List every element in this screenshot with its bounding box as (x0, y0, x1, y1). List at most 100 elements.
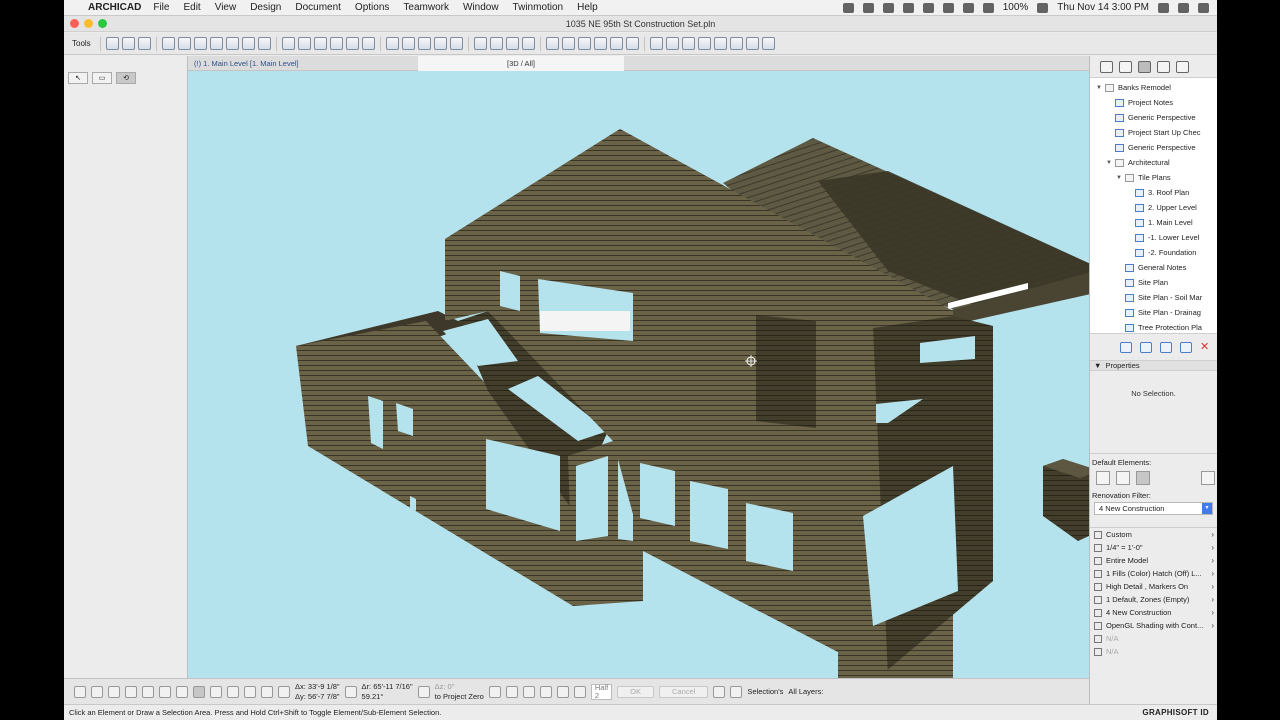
navigator-item[interactable]: Project Start Up Chec (1090, 125, 1217, 140)
arrow-tool-icon[interactable]: ↖ (68, 72, 88, 84)
menu-extra-icon[interactable] (922, 2, 934, 13)
menu-window[interactable]: Window (463, 2, 499, 13)
all-layers[interactable]: All Layers: (788, 687, 823, 697)
tool-icon[interactable] (297, 37, 311, 50)
cloud-icon[interactable] (882, 2, 894, 13)
quick-option-row[interactable]: Entire Model › (1090, 554, 1217, 567)
close-icon[interactable] (210, 685, 222, 698)
guideline-icon[interactable] (522, 685, 535, 698)
ok-button[interactable]: OK (617, 685, 654, 698)
tool-icon[interactable] (649, 37, 663, 50)
clone-icon[interactable] (1180, 341, 1192, 353)
tool-icon[interactable] (489, 37, 503, 50)
tool-icon[interactable] (729, 37, 743, 50)
navigator-item[interactable]: 2. Upper Level (1090, 200, 1217, 215)
navigator-item[interactable]: Project Notes (1090, 95, 1217, 110)
quick-option-row[interactable]: 1 Fills (Color) Hatch (Off) L... › (1090, 567, 1217, 580)
tool-icon[interactable] (385, 37, 399, 50)
zoom-back-icon[interactable] (159, 685, 171, 698)
guide-icon[interactable] (244, 685, 256, 698)
search-icon[interactable] (1158, 2, 1169, 13)
tool-icon[interactable] (209, 37, 223, 50)
record-icon[interactable] (842, 2, 854, 13)
layout-book-icon[interactable] (1138, 60, 1151, 73)
navigator-item[interactable]: -1. Lower Level (1090, 230, 1217, 245)
settings-icon[interactable] (1160, 341, 1172, 353)
orbit-icon[interactable] (193, 685, 205, 698)
layer-combo-icon[interactable] (730, 685, 743, 698)
marquee-tool-icon[interactable]: ▭ (92, 72, 112, 84)
delta-z-readout[interactable]: Δz: 0" to Project Zero (435, 682, 484, 702)
menubar-clock[interactable]: Thu Nov 14 3:00 PM (1057, 2, 1149, 13)
tool-icon[interactable] (329, 37, 343, 50)
zoom-out-icon[interactable] (91, 685, 103, 698)
delta-icon[interactable] (278, 685, 290, 698)
tool-icon[interactable] (521, 37, 535, 50)
navigator-item[interactable]: General Notes (1090, 260, 1217, 275)
graphisoft-id-link[interactable]: GRAPHISOFT ID (1142, 708, 1217, 717)
orbit-tool-icon[interactable]: ⟲ (116, 72, 136, 84)
menu-view[interactable]: View (215, 2, 237, 13)
tool-icon[interactable] (665, 37, 679, 50)
check-icon[interactable] (505, 685, 518, 698)
tool-icon[interactable] (505, 37, 519, 50)
menu-options[interactable]: Options (355, 2, 389, 13)
navigator-item[interactable]: Generic Perspective (1090, 110, 1217, 125)
navigator-item[interactable]: ▼ Banks Remodel (1090, 80, 1217, 95)
tool-icon[interactable] (609, 37, 623, 50)
snap-grid-icon[interactable] (539, 685, 552, 698)
menu-design[interactable]: Design (250, 2, 281, 13)
tool-icon[interactable] (241, 37, 255, 50)
navigator-item[interactable]: Site Plan - Drainag (1090, 305, 1217, 320)
organizer-icon[interactable] (1176, 60, 1189, 73)
control-center-icon[interactable] (1198, 2, 1209, 13)
delta-xy-readout[interactable]: Δx: 33'-9 1/8" Δy: 56'-7 7/8" (295, 682, 340, 702)
rotate-icon[interactable] (142, 685, 154, 698)
wifi-icon[interactable] (962, 2, 974, 13)
quick-option-row[interactable]: OpenGL Shading with Cont... › (1090, 619, 1217, 632)
point-icon[interactable] (261, 685, 273, 698)
menu-edit[interactable]: Edit (183, 2, 200, 13)
tool-icon[interactable] (433, 37, 447, 50)
tool-icon[interactable] (121, 37, 135, 50)
half-division-field[interactable]: Half 2 (590, 683, 613, 700)
navigator-item[interactable]: Tree Protection Pla (1090, 320, 1217, 333)
navigator-item[interactable]: Generic Perspective (1090, 140, 1217, 155)
creative-cloud-icon[interactable] (862, 2, 874, 13)
delete-icon[interactable]: ✕ (1200, 341, 1212, 353)
menu-extra-icon[interactable] (942, 2, 954, 13)
quick-option-row[interactable]: High Detail , Markers On › (1090, 580, 1217, 593)
magic-wand-icon[interactable] (556, 685, 569, 698)
disclosure-icon[interactable]: ▼ (1096, 85, 1105, 91)
view-map-icon[interactable] (1119, 60, 1132, 73)
tool-icon[interactable] (193, 37, 207, 50)
disclosure-icon[interactable]: ▼ (1116, 175, 1125, 181)
tool-icon[interactable] (137, 37, 151, 50)
tool-icon[interactable] (313, 37, 327, 50)
tool-icon[interactable] (577, 37, 591, 50)
navigator-item[interactable]: -2. Foundation (1090, 245, 1217, 260)
menu-help[interactable]: Help (577, 2, 598, 13)
tool-icon[interactable] (417, 37, 431, 50)
grid-icon[interactable] (1096, 471, 1110, 485)
favorites-icon[interactable] (105, 37, 119, 50)
tab-main-level[interactable]: (!) 1. Main Level [1. Main Level] (188, 56, 418, 71)
tool-icon[interactable] (225, 37, 239, 50)
tool-icon[interactable] (177, 37, 191, 50)
volume-icon[interactable] (982, 2, 994, 13)
quick-option-row[interactable]: 1 Default, Zones (Empty) › (1090, 593, 1217, 606)
tool-icon[interactable] (161, 37, 175, 50)
column-icon[interactable] (1136, 471, 1150, 485)
disclosure-icon[interactable]: ▼ (1106, 160, 1115, 166)
zoom-in-icon[interactable] (74, 685, 86, 698)
battery-icon[interactable] (1037, 2, 1049, 13)
fit-icon[interactable] (125, 685, 137, 698)
layer-icon[interactable] (713, 685, 726, 698)
walk-icon[interactable] (176, 685, 188, 698)
pencil-icon[interactable] (417, 685, 430, 698)
tools-menu-button[interactable]: Tools (68, 39, 95, 48)
print-icon[interactable] (1116, 471, 1130, 485)
tool-icon[interactable] (473, 37, 487, 50)
tool-icon[interactable] (713, 37, 727, 50)
quick-option-row[interactable]: N/A (1090, 645, 1217, 658)
